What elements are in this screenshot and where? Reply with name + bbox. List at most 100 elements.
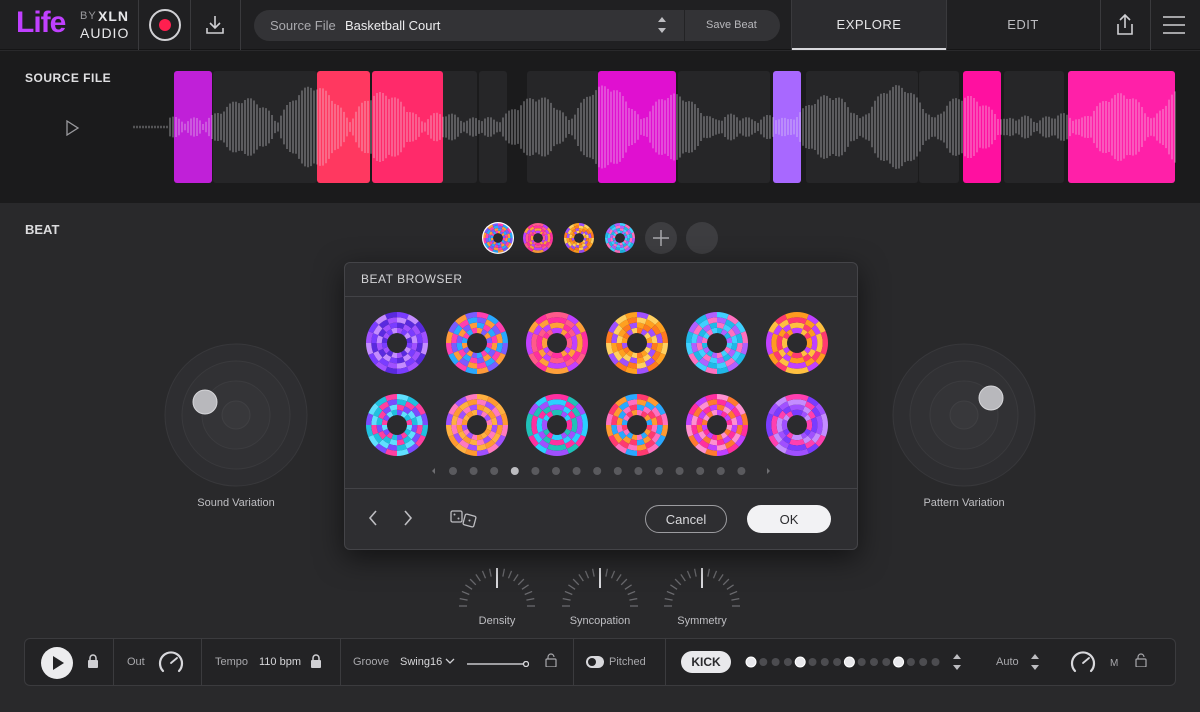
up-down-arrows-icon[interactable] [656,14,668,36]
chevron-right-icon[interactable] [400,508,416,528]
beat-thumbnail[interactable] [765,311,829,375]
step-dot[interactable] [882,658,891,666]
transport-divider [113,639,114,685]
page-dot[interactable] [510,467,519,475]
beat-thumbnail[interactable] [605,393,669,457]
share-icon[interactable] [1112,12,1138,38]
page-indicator[interactable] [429,463,773,479]
beat-thumbnail[interactable] [445,393,509,457]
step-dot[interactable] [843,656,855,668]
pattern-variation-pad[interactable] [892,343,1036,487]
empty-beat-slot[interactable] [686,222,718,254]
page-dot[interactable] [716,467,725,475]
page-dot[interactable] [696,467,705,475]
step-dot[interactable] [820,658,829,666]
record-button[interactable] [149,9,181,41]
tab-edit[interactable]: EDIT [946,0,1100,50]
up-down-arrows-icon[interactable] [1029,651,1041,673]
step-dot[interactable] [794,656,806,668]
record-dot-icon [159,19,171,31]
unlock-icon[interactable] [545,653,557,667]
output-knob[interactable] [157,649,185,677]
up-down-arrows-icon[interactable] [951,651,963,673]
page-dot[interactable] [490,467,499,475]
step-dot[interactable] [931,658,940,666]
header-divider [1100,0,1101,50]
beat-thumbnail[interactable] [365,311,429,375]
waveform-slice[interactable] [598,71,676,183]
beat-slot-4[interactable] [604,222,636,254]
page-dot[interactable] [737,467,746,475]
step-dot[interactable] [745,656,757,668]
beat-thumbnail[interactable] [365,393,429,457]
beat-slot-3[interactable] [563,222,595,254]
step-dot[interactable] [919,658,928,666]
page-prev-arrow[interactable] [432,468,435,474]
page-next-arrow[interactable] [767,468,770,474]
mute-label[interactable]: M [1110,658,1118,669]
symmetry-knob[interactable] [660,560,744,610]
density-knob[interactable] [455,560,539,610]
step-dot[interactable] [906,658,915,666]
dice-icon[interactable] [449,508,479,530]
kick-button[interactable]: KICK [681,651,731,673]
step-sequencer-dots[interactable] [745,655,945,669]
page-dot[interactable] [552,467,560,475]
page-dot[interactable] [449,467,457,475]
volume-knob[interactable] [1069,649,1097,677]
page-dot[interactable] [531,467,540,475]
step-dot[interactable] [870,658,878,666]
syncopation-label: Syncopation [569,615,631,627]
page-dot[interactable] [572,467,581,475]
chevron-left-icon[interactable] [365,508,381,528]
hamburger-menu-icon[interactable] [1162,14,1186,36]
step-dot[interactable] [771,658,780,666]
transport-divider [665,639,666,685]
transport-divider [573,639,574,685]
page-dot[interactable] [613,467,622,475]
cancel-button[interactable]: Cancel [645,505,727,533]
beat-slot-1[interactable] [482,222,514,254]
syncopation-knob[interactable] [558,560,642,610]
beat-thumbnail[interactable] [685,311,749,375]
add-beat-button[interactable] [645,222,677,254]
tab-explore[interactable]: EXPLORE [792,0,946,50]
source-waveform[interactable] [130,69,1180,185]
chevron-down-icon[interactable] [445,657,455,665]
beat-thumbnail[interactable] [525,311,589,375]
step-dot[interactable] [783,658,792,666]
pitched-toggle[interactable] [586,656,604,668]
page-dot[interactable] [675,467,684,475]
lock-icon[interactable] [310,654,322,668]
groove-value[interactable]: Swing16 [400,656,442,668]
play-icon[interactable] [64,120,80,136]
lock-icon[interactable] [87,654,99,668]
step-dot[interactable] [833,658,842,666]
beat-thumbnail[interactable] [525,393,589,457]
ok-button[interactable]: OK [747,505,831,533]
unlock-icon[interactable] [1135,653,1147,667]
tempo-value[interactable]: 110 bpm [259,656,301,668]
beat-thumbnail[interactable] [605,311,669,375]
beat-thumbnail[interactable] [685,393,749,457]
page-dot[interactable] [655,467,663,475]
save-beat-button[interactable]: Save Beat [706,19,757,31]
page-dot[interactable] [593,467,602,475]
step-dot[interactable] [857,658,866,666]
source-file-selector[interactable]: Source File Basketball Court Save Beat [254,10,780,41]
step-dot[interactable] [893,656,905,668]
beat-thumbnail[interactable] [445,311,509,375]
play-button[interactable] [41,647,73,679]
groove-slider[interactable] [467,661,529,667]
download-icon[interactable] [200,10,230,40]
page-dot[interactable] [469,467,478,475]
sound-variation-pad[interactable] [164,343,308,487]
waveform-region [213,71,317,183]
header-divider [190,0,191,50]
page-dot[interactable] [634,467,643,475]
step-dot[interactable] [808,658,817,666]
beat-thumbnail[interactable] [765,393,829,457]
beat-slot-2[interactable] [522,222,554,254]
beat-browser-title: BEAT BROWSER [361,272,463,286]
step-dot[interactable] [759,658,768,666]
